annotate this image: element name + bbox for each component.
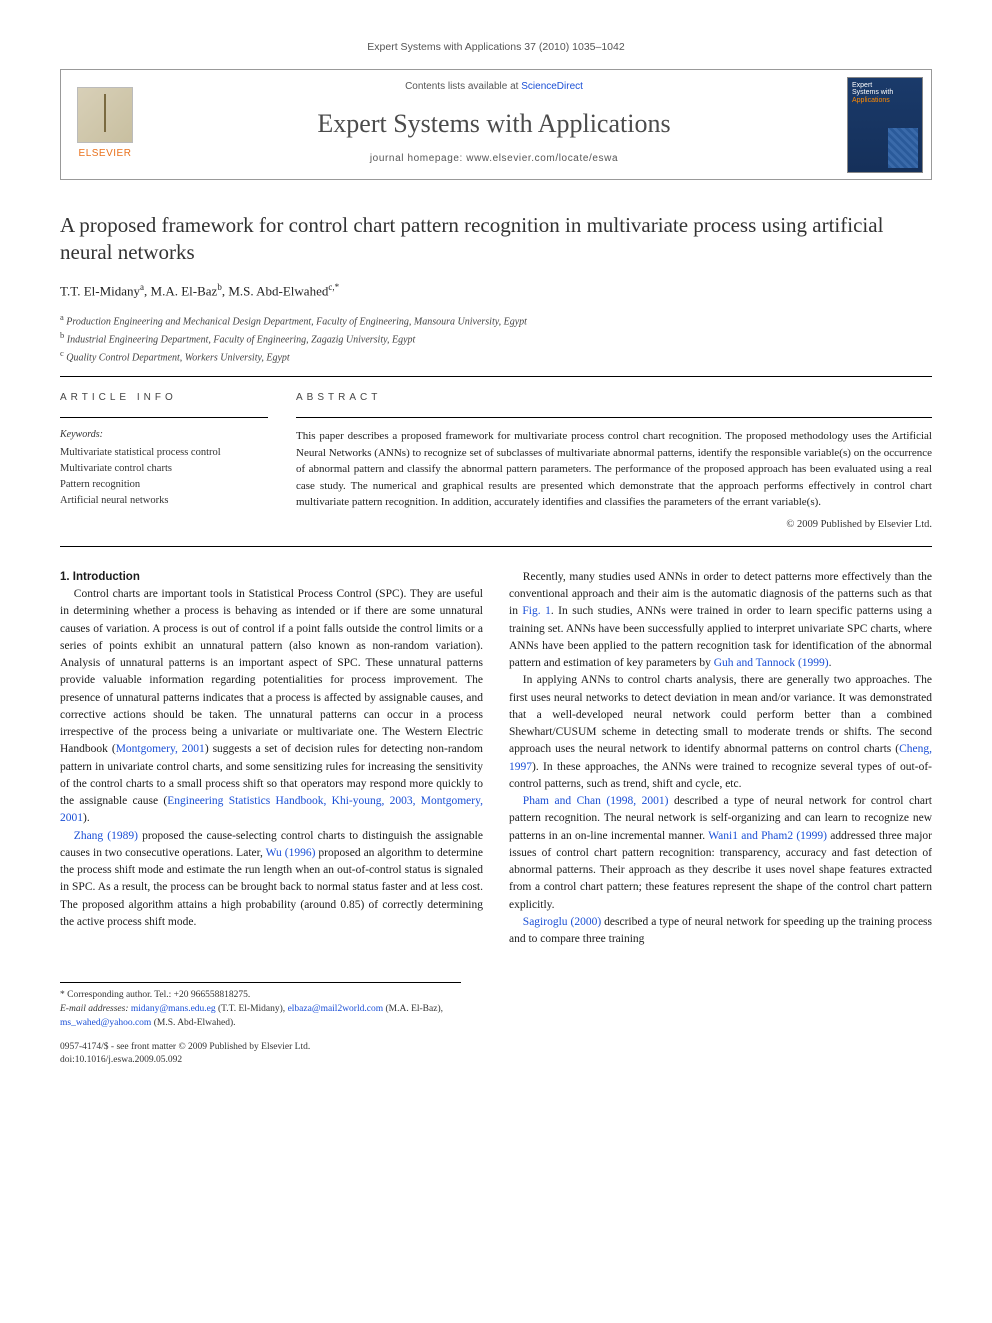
journal-masthead: ELSEVIER Contents lists available at Sci…: [60, 69, 932, 180]
abstract-head: ABSTRACT: [296, 391, 932, 406]
paragraph: Recently, many studies used ANNs in orde…: [509, 569, 932, 673]
paragraph: Pham and Chan (1998, 2001) described a t…: [509, 793, 932, 914]
keywords-list: Multivariate statistical process control…: [60, 445, 268, 510]
cover-line: Expert: [852, 82, 918, 90]
running-head: Expert Systems with Applications 37 (201…: [60, 40, 932, 55]
cover-line: Applications: [852, 97, 918, 105]
publisher-name: ELSEVIER: [79, 147, 132, 162]
affiliation: a Production Engineering and Mechanical …: [60, 311, 932, 329]
paragraph: In applying ANNs to control charts analy…: [509, 672, 932, 793]
citation-link[interactable]: Guh and Tannock (1999): [714, 657, 829, 669]
email-link[interactable]: elbaza@mail2world.com: [288, 1004, 384, 1014]
keyword: Multivariate statistical process control: [60, 445, 268, 461]
divider: [60, 417, 268, 418]
keyword: Multivariate control charts: [60, 461, 268, 477]
affiliation: b Industrial Engineering Department, Fac…: [60, 329, 932, 347]
affiliation-text: Production Engineering and Mechanical De…: [66, 316, 527, 327]
text-run: In applying ANNs to control charts analy…: [509, 674, 932, 755]
article-info-head: ARTICLE INFO: [60, 391, 268, 406]
masthead-center: Contents lists available at ScienceDirec…: [149, 70, 839, 179]
sciencedirect-link[interactable]: ScienceDirect: [521, 81, 583, 92]
affiliation: c Quality Control Department, Workers Un…: [60, 347, 932, 365]
paragraph: Zhang (1989) proposed the cause-selectin…: [60, 828, 483, 932]
affiliation-text: Quality Control Department, Workers Univ…: [66, 353, 289, 364]
text-run: (M.S. Abd-Elwahed).: [151, 1018, 235, 1028]
homepage-url[interactable]: www.elsevier.com/locate/eswa: [466, 153, 618, 164]
footnotes: * Corresponding author. Tel.: +20 966558…: [60, 982, 461, 1068]
citation-link[interactable]: Montgomery, 2001: [116, 743, 205, 755]
figure-ref-link[interactable]: Fig. 1: [522, 605, 550, 617]
affiliation-text: Industrial Engineering Department, Facul…: [67, 334, 416, 345]
abstract-text: This paper describes a proposed framewor…: [296, 428, 932, 511]
emails-label: E-mail addresses:: [60, 1004, 129, 1014]
corresponding-mark: *: [335, 282, 340, 292]
cover-thumb-block: Expert Systems with Applications: [839, 70, 931, 179]
abstract-copyright: © 2009 Published by Elsevier Ltd.: [296, 517, 932, 532]
author-list: T.T. El-Midanya, M.A. El-Bazb, M.S. Abd-…: [60, 281, 932, 301]
abstract-block: ABSTRACT This paper describes a proposed…: [296, 391, 932, 532]
email-link[interactable]: ms_wahed@yahoo.com: [60, 1018, 151, 1028]
homepage-prefix: journal homepage:: [370, 153, 466, 164]
divider: [60, 546, 932, 547]
email-link[interactable]: midany@mans.edu.eg: [131, 1004, 216, 1014]
journal-name: Expert Systems with Applications: [157, 105, 831, 143]
author: M.S. Abd-Elwahed: [228, 283, 328, 298]
citation-link[interactable]: Wu (1996): [266, 847, 316, 859]
journal-cover-icon: Expert Systems with Applications: [847, 77, 923, 173]
keyword: Artificial neural networks: [60, 493, 268, 509]
article-title: A proposed framework for control chart p…: [60, 212, 932, 267]
citation-link[interactable]: Zhang (1989): [74, 830, 138, 842]
divider: [60, 376, 932, 377]
article-body: 1. Introduction Control charts are impor…: [60, 569, 932, 949]
citation-link[interactable]: Pham and Chan (1998, 2001): [523, 795, 669, 807]
corresponding-footnote: * Corresponding author. Tel.: +20 966558…: [60, 989, 461, 1003]
affil-mark: a: [140, 282, 144, 292]
publication-footer: 0957-4174/$ - see front matter © 2009 Pu…: [60, 1041, 461, 1069]
affiliation-list: a Production Engineering and Mechanical …: [60, 311, 932, 366]
section-heading: 1. Introduction: [60, 569, 483, 586]
publisher-logo-block: ELSEVIER: [61, 70, 149, 179]
text-run: (T.T. El-Midany),: [216, 1004, 288, 1014]
article-info-block: ARTICLE INFO Keywords: Multivariate stat…: [60, 391, 268, 532]
contents-prefix: Contents lists available at: [405, 81, 521, 92]
affil-mark: b: [217, 282, 222, 292]
text-run: ).: [83, 812, 90, 824]
citation-link[interactable]: Wani1 and Pham2 (1999): [708, 830, 827, 842]
cover-line: Systems with: [852, 89, 918, 97]
email-footnote: E-mail addresses: midany@mans.edu.eg (T.…: [60, 1003, 461, 1031]
text-run: Control charts are important tools in St…: [60, 588, 483, 755]
paragraph: Sagiroglu (2000) described a type of neu…: [509, 914, 932, 949]
text-run: .: [829, 657, 832, 669]
keyword: Pattern recognition: [60, 477, 268, 493]
paragraph: Control charts are important tools in St…: [60, 586, 483, 828]
citation-link[interactable]: Sagiroglu (2000): [523, 916, 601, 928]
keywords-head: Keywords:: [60, 428, 268, 443]
contents-line: Contents lists available at ScienceDirec…: [157, 80, 831, 95]
author: T.T. El-Midany: [60, 283, 140, 298]
issn-line: 0957-4174/$ - see front matter © 2009 Pu…: [60, 1041, 461, 1055]
divider: [296, 417, 932, 418]
journal-homepage: journal homepage: www.elsevier.com/locat…: [157, 152, 831, 167]
text-run: ). In these approaches, the ANNs were tr…: [509, 761, 932, 790]
elsevier-tree-icon: [77, 87, 133, 143]
doi-line: doi:10.1016/j.eswa.2009.05.092: [60, 1054, 461, 1068]
author: M.A. El-Baz: [151, 283, 218, 298]
text-run: (M.A. El-Baz),: [383, 1004, 443, 1014]
